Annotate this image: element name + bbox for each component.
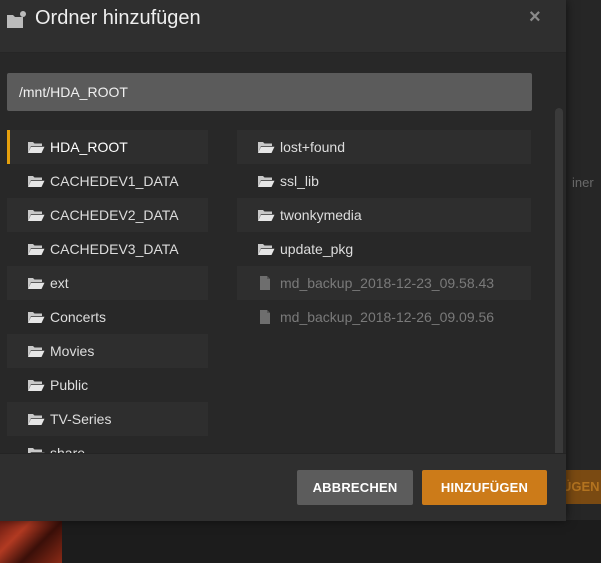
scrollbar-thumb[interactable] — [555, 108, 563, 453]
drive-list: HDA_ROOT CACHEDEV1_DATA CACHEDEV2_DATA C… — [7, 130, 208, 453]
drive-list-item-label: HDA_ROOT — [50, 139, 128, 155]
drive-list-item[interactable]: CACHEDEV2_DATA — [7, 198, 208, 232]
folder-open-icon — [27, 208, 47, 222]
folder-list-item-label: twonkymedia — [280, 207, 362, 223]
folder-list-item[interactable]: lost+found — [237, 130, 531, 164]
folder-open-icon — [27, 276, 47, 290]
path-input[interactable] — [7, 73, 532, 111]
dialog-body: HDA_ROOT CACHEDEV1_DATA CACHEDEV2_DATA C… — [0, 53, 566, 453]
folder-open-icon — [257, 242, 277, 256]
folder-list-item-label: update_pkg — [280, 241, 354, 257]
background-add-button: ÜGEN — [566, 470, 601, 504]
scrollbar[interactable] — [555, 108, 563, 453]
drive-list-item[interactable]: TV-Series — [7, 402, 208, 436]
folder-open-icon — [27, 446, 47, 453]
drive-list-item[interactable]: share — [7, 436, 208, 453]
folder-add-icon — [6, 10, 28, 30]
drive-list-item-label: CACHEDEV2_DATA — [50, 207, 179, 223]
dialog-title: Ordner hinzufügen — [35, 7, 201, 29]
folder-list-item[interactable]: ssl_lib — [237, 164, 531, 198]
drive-list-item[interactable]: ext — [7, 266, 208, 300]
folder-open-icon — [27, 344, 47, 358]
drive-list-item-label: TV-Series — [50, 411, 112, 427]
drive-list-item[interactable]: Concerts — [7, 300, 208, 334]
folder-open-icon — [27, 242, 47, 256]
drive-list-item-label: CACHEDEV3_DATA — [50, 241, 179, 257]
drive-list-item-label: CACHEDEV1_DATA — [50, 173, 179, 189]
add-folder-dialog: Ordner hinzufügen × HDA_ROOT CACHEDEV1_D… — [0, 0, 566, 521]
folder-open-icon — [27, 174, 47, 188]
folder-open-icon — [27, 140, 47, 154]
close-icon[interactable]: × — [529, 6, 541, 29]
background-text: iner — [572, 175, 594, 190]
folder-list-item[interactable]: update_pkg — [237, 232, 531, 266]
folder-list-item-label: md_backup_2018-12-26_09.09.56 — [280, 309, 495, 325]
folder-open-icon — [27, 412, 47, 426]
folder-list-item: md_backup_2018-12-26_09.09.56 — [237, 300, 531, 334]
cancel-button[interactable]: ABBRECHEN — [297, 470, 413, 505]
folder-list-item: md_backup_2018-12-23_09.58.43 — [237, 266, 531, 300]
drive-list-item-label: Movies — [50, 343, 95, 359]
folder-open-icon — [257, 140, 277, 154]
folder-open-icon — [257, 174, 277, 188]
dialog-footer: ABBRECHEN HINZUFÜGEN — [0, 453, 566, 521]
folder-list-item[interactable]: twonkymedia — [237, 198, 531, 232]
folder-open-icon — [257, 208, 277, 222]
drive-list-item[interactable]: CACHEDEV1_DATA — [7, 164, 208, 198]
drive-list-item-label: ext — [50, 275, 69, 291]
folder-open-icon — [27, 310, 47, 324]
folder-open-icon — [27, 378, 47, 392]
background-footer — [0, 520, 601, 563]
background-thumbnail — [0, 521, 62, 563]
drive-list-item-selected[interactable]: HDA_ROOT — [7, 130, 208, 164]
file-icon — [257, 310, 277, 324]
file-icon — [257, 276, 277, 290]
folder-list-item-label: md_backup_2018-12-23_09.58.43 — [280, 275, 495, 291]
dialog-header: Ordner hinzufügen × — [0, 0, 566, 53]
drive-list-item[interactable]: Public — [7, 368, 208, 402]
folder-list-item-label: lost+found — [280, 139, 345, 155]
drive-list-item-label: Concerts — [50, 309, 107, 325]
add-button[interactable]: HINZUFÜGEN — [422, 470, 547, 505]
drive-list-item-label: Public — [50, 377, 89, 393]
drive-list-item[interactable]: CACHEDEV3_DATA — [7, 232, 208, 266]
drive-list-item-label: share — [50, 445, 86, 453]
folder-list-item-label: ssl_lib — [280, 173, 319, 189]
drive-list-item[interactable]: Movies — [7, 334, 208, 368]
folder-contents-list: lost+found ssl_lib twonkymedia update_pk… — [237, 130, 531, 380]
